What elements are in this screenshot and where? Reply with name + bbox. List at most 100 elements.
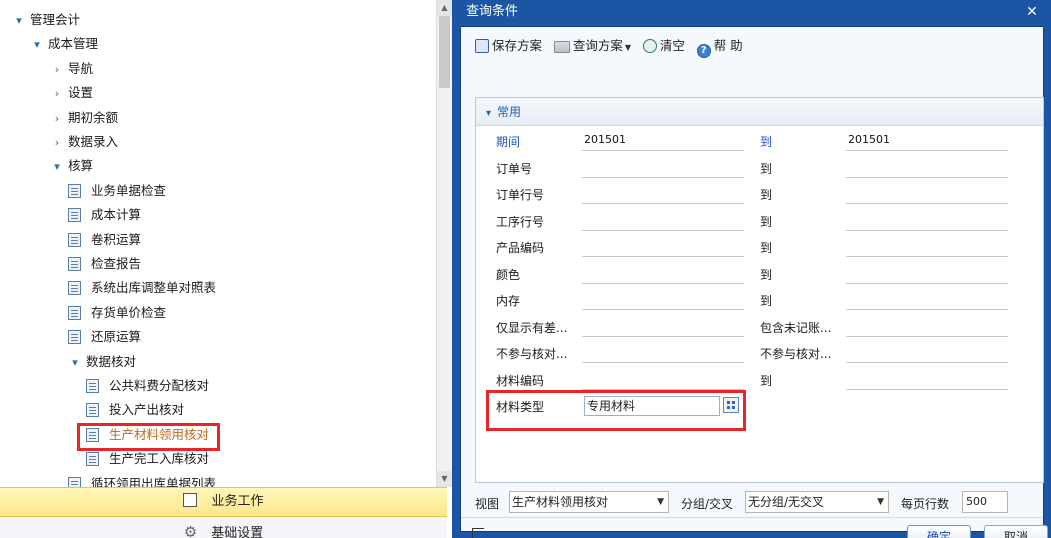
cancel-button[interactable]: 取消 [984, 525, 1048, 538]
scrollbar-thumb[interactable] [439, 16, 450, 88]
tree-item[interactable]: 还原运算 [68, 326, 141, 348]
tree-item-label: 数据核对 [86, 353, 137, 369]
field-from-input[interactable] [582, 264, 744, 284]
field-from-input[interactable] [582, 317, 744, 337]
dialog-titlebar: 查询条件 ✕ [460, 0, 1044, 26]
tree-item[interactable]: 循环领用出库单据列表 [68, 473, 216, 487]
view-select[interactable]: 生产材料领用核对 ▼ [509, 491, 669, 513]
tree-item-label: 检查报告 [91, 256, 142, 271]
footer-divider [461, 517, 1042, 518]
save-icon [475, 39, 489, 53]
chevron-down-icon[interactable]: ▾ [12, 10, 26, 32]
tree-item[interactable]: 卷积运算 [68, 229, 141, 251]
field-to-input[interactable] [846, 158, 1008, 178]
field-from-input[interactable] [582, 211, 744, 231]
close-icon[interactable]: ✕ [1022, 2, 1042, 22]
chevron-down-icon[interactable]: ▾ [50, 156, 64, 178]
group-cross-select-value: 无分组/无交叉 [748, 495, 825, 509]
tree-item-label: 数据录入 [68, 134, 119, 149]
field-to-input[interactable] [846, 211, 1008, 231]
tree-item[interactable]: ▾ 核算 [50, 155, 93, 177]
reference-lookup-icon[interactable] [723, 397, 739, 413]
field-label: 订单行号 [496, 188, 545, 202]
view-select-value: 生产材料领用核对 [512, 495, 609, 509]
document-icon [68, 257, 81, 271]
field-from-input[interactable] [582, 343, 744, 363]
tree-item[interactable]: › 设置 [50, 82, 93, 104]
field-to-input[interactable] [846, 264, 1008, 284]
business-work-icon [183, 493, 198, 507]
ok-button[interactable]: 确定 [907, 525, 971, 538]
to-label: 到 [760, 188, 773, 202]
annotation-highlight-box [77, 423, 220, 451]
field-label: 产品编码 [496, 241, 545, 255]
save-scheme-label: 保存方案 [492, 38, 543, 53]
tree-item[interactable]: 系统出库调整单对照表 [68, 277, 216, 299]
tree-item[interactable]: 成本计算 [68, 204, 141, 226]
scroll-up-arrow-icon[interactable]: ▲ [437, 0, 452, 16]
tree-item[interactable]: › 导航 [50, 58, 93, 80]
group-cross-select[interactable]: 无分组/无交叉 ▼ [745, 491, 889, 513]
field-to-input[interactable] [846, 370, 1008, 390]
tree-item[interactable]: › 期初余额 [50, 107, 118, 129]
field-from-input[interactable] [582, 184, 744, 204]
chevron-right-icon[interactable]: › [50, 83, 64, 105]
tree-item[interactable]: ▾ 管理会计 [12, 9, 80, 31]
tree-item[interactable]: ▾ 成本管理 [30, 33, 98, 55]
tree-item[interactable]: 存货单价检查 [68, 302, 166, 324]
document-icon [86, 379, 99, 393]
field-from-input[interactable] [582, 370, 744, 390]
chevron-right-icon[interactable]: › [50, 59, 64, 81]
chevron-right-icon[interactable]: › [50, 132, 64, 154]
tree-scrollbar[interactable]: ▲ ▼ [436, 0, 452, 487]
field-label: 期间 [496, 135, 521, 149]
field-to-input[interactable] [846, 184, 1008, 204]
query-scheme-button[interactable]: 查询方案 ▼ [553, 35, 632, 57]
tree-item[interactable]: 生产完工入库核对 [86, 448, 209, 470]
dropdown-caret-icon: ▼ [624, 43, 632, 52]
folder-icon [553, 41, 570, 53]
rows-per-page-input[interactable]: 500 [962, 491, 1008, 513]
document-icon [68, 305, 81, 320]
chevron-down-icon[interactable]: ▾ [68, 352, 82, 374]
tree-item[interactable]: 公共料费分配核对 [86, 375, 209, 397]
material-type-input[interactable]: 专用材料 [584, 396, 720, 416]
chevron-right-icon[interactable]: › [50, 108, 64, 130]
nav-business-work[interactable]: 业务工作 [0, 487, 447, 517]
help-button[interactable]: ? 帮 助 [696, 35, 743, 58]
section-header-common[interactable]: ▾ 常用 [476, 98, 1043, 126]
chevron-down-icon[interactable]: ▾ [30, 34, 44, 56]
field-label: 不参与核对... [496, 347, 568, 361]
to-label: 到 [760, 135, 773, 149]
save-scheme-button[interactable]: 保存方案 [475, 35, 542, 57]
scroll-down-arrow-icon[interactable]: ▼ [437, 471, 452, 487]
query-conditions-dialog: 查询条件 ✕ 保存方案 查询方案 ▼ 清空 ? 帮 助 ▾ 常用 材料类型 专用材料 … [452, 0, 1051, 538]
tree-item-label: 业务单据检查 [91, 182, 167, 198]
field-to-input[interactable] [846, 343, 1008, 363]
tree-item[interactable]: ▾ 数据核对 [68, 351, 136, 373]
tree-item-label: 循环领用出库单据列表 [91, 475, 217, 487]
tree-item-label: 系统出库调整单对照表 [91, 280, 217, 296]
field-label: 材料编码 [496, 373, 545, 388]
view-options-bar: 视图 生产材料领用核对 ▼ 分组/交叉 无分组/无交叉 ▼ 每页行数 500 [475, 491, 1044, 515]
field-to-input[interactable] [846, 317, 1008, 337]
clear-button[interactable]: 清空 [642, 35, 685, 57]
field-from-input[interactable] [582, 237, 744, 257]
document-icon [86, 452, 99, 467]
field-from-input[interactable]: 201501 [582, 131, 744, 151]
tree-item[interactable]: › 数据录入 [50, 131, 118, 153]
field-from-input[interactable] [582, 290, 744, 310]
nav-basic-settings[interactable]: ⚙ 基础设置 [0, 517, 447, 538]
tree-item[interactable]: 业务单据检查 [68, 180, 166, 202]
field-to-input[interactable]: 201501 [846, 131, 1008, 151]
field-to-input[interactable] [846, 290, 1008, 310]
tree-item[interactable]: 投入产出核对 [86, 399, 184, 421]
field-from-input[interactable] [582, 158, 744, 178]
to-label: 到 [760, 214, 773, 229]
document-icon [68, 183, 81, 198]
dropdown-caret-icon: ▼ [657, 497, 664, 507]
field-label: 颜色 [496, 267, 521, 282]
tree-item-label: 存货单价检查 [91, 304, 167, 320]
field-to-input[interactable] [846, 237, 1008, 257]
tree-item[interactable]: 检查报告 [68, 253, 141, 275]
